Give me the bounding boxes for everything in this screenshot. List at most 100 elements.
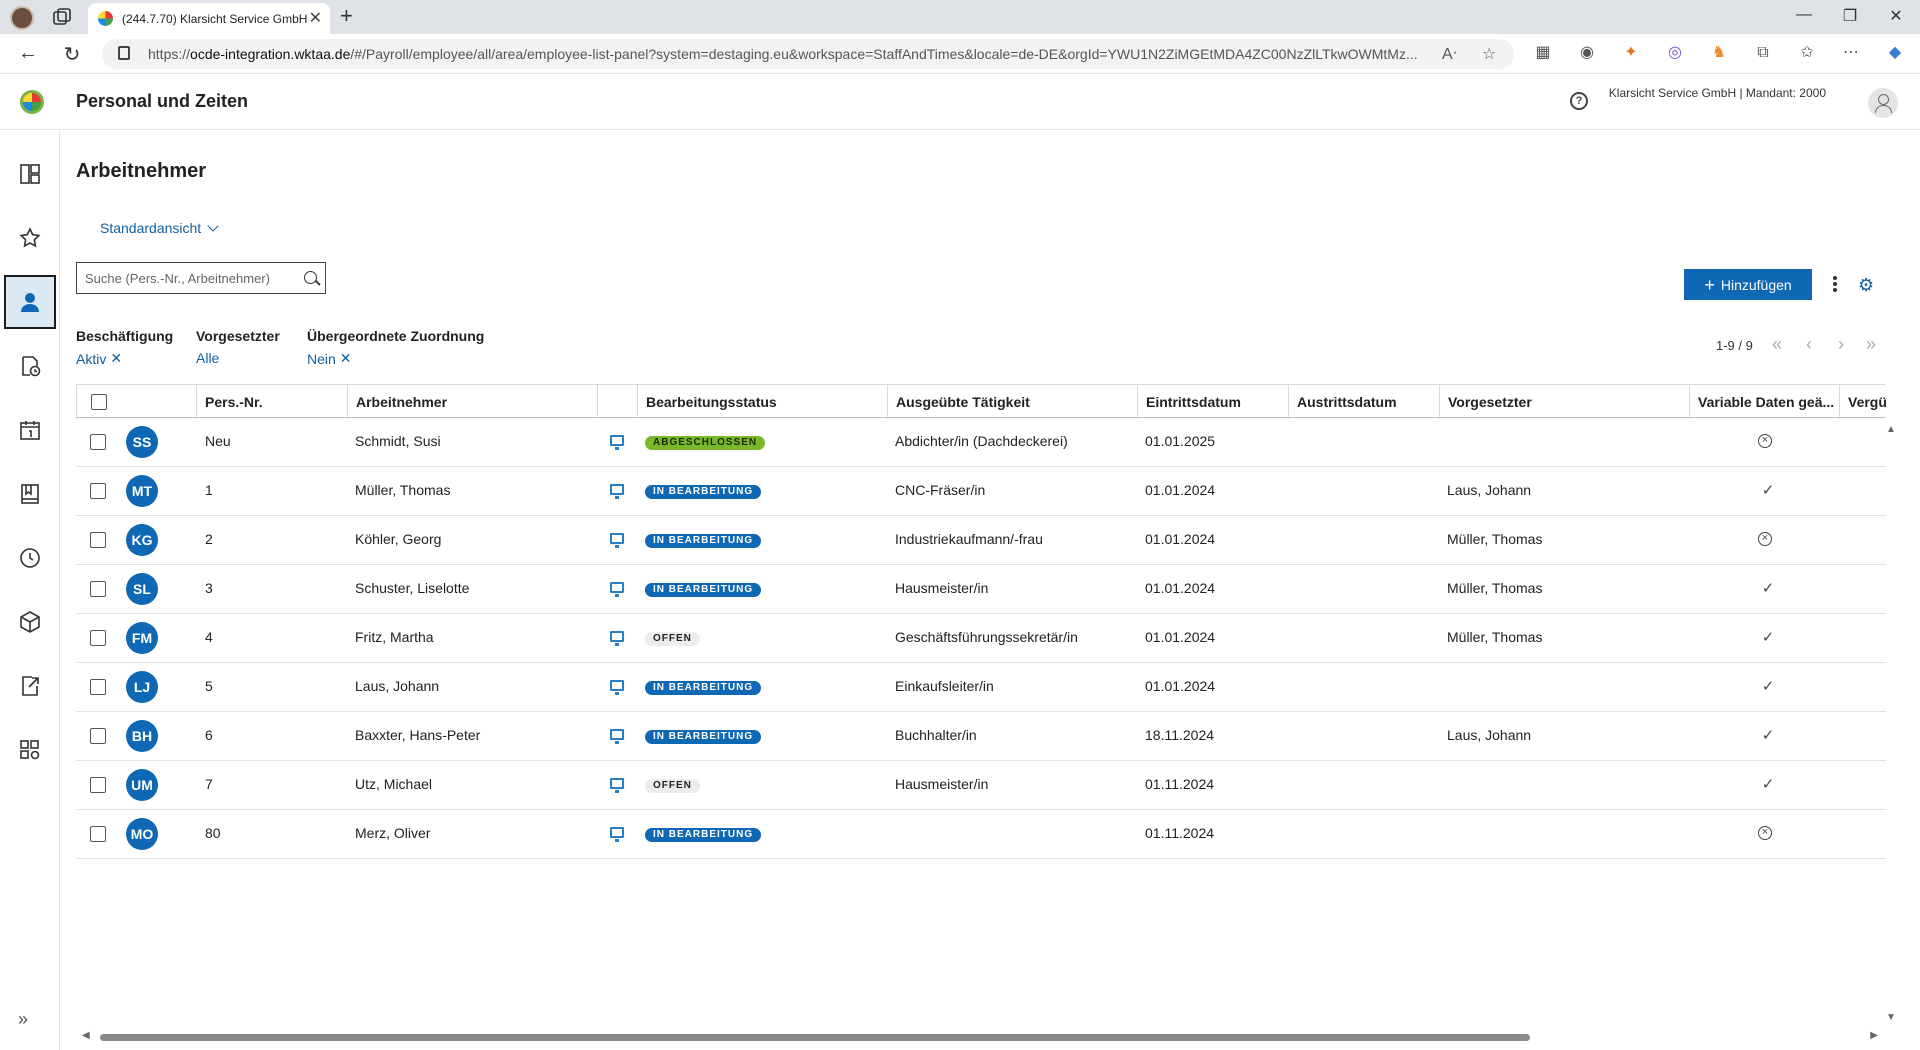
favorites-icon[interactable]: ✩ — [1796, 42, 1818, 64]
last-page-icon[interactable]: » — [1866, 334, 1876, 355]
prev-page-icon[interactable]: ‹ — [1806, 334, 1812, 355]
header-job[interactable]: Ausgeübte Tätigkeit — [887, 385, 1137, 419]
next-page-icon[interactable]: › — [1838, 334, 1844, 355]
select-all-checkbox[interactable] — [91, 394, 107, 410]
monitor-icon[interactable] — [610, 778, 624, 793]
read-aloud-icon[interactable]: Aᐧ — [1442, 44, 1457, 64]
filter-manager[interactable]: Vorgesetzter Alle — [196, 328, 280, 366]
monitor-icon[interactable] — [610, 827, 624, 842]
row-checkbox[interactable] — [90, 679, 106, 695]
header-employee[interactable]: Arbeitnehmer — [347, 385, 597, 419]
row-checkbox[interactable] — [90, 728, 106, 744]
sidebar-book[interactable] — [4, 467, 56, 521]
profile-avatar[interactable] — [10, 6, 34, 30]
minimize-icon[interactable]: — — [1794, 6, 1814, 24]
browser-menu-icon[interactable]: ⋯ — [1840, 42, 1862, 64]
search-input[interactable] — [77, 263, 292, 293]
extension-camera-icon[interactable]: ◉ — [1576, 42, 1598, 64]
close-window-icon[interactable]: ✕ — [1886, 6, 1906, 26]
scrollbar-thumb[interactable] — [100, 1034, 1530, 1041]
table-row[interactable]: LJ 5 Laus, Johann IN BEARBEITUNG Einkaufslei… — [76, 663, 1886, 712]
monitor-icon[interactable] — [610, 533, 624, 548]
employee-name[interactable]: Schuster, Liselotte — [355, 580, 469, 596]
app-logo-icon[interactable] — [20, 90, 44, 114]
sidebar-packages[interactable] — [4, 595, 56, 649]
filter-clear-icon[interactable]: ✕ — [110, 350, 122, 367]
restore-icon[interactable]: ❐ — [1840, 6, 1860, 26]
add-employee-button[interactable]: + Hinzufügen — [1684, 269, 1812, 300]
browser-tab-active[interactable]: (244.7.70) Klarsicht Service GmbH ✕ — [88, 3, 330, 34]
sidebar-favorites[interactable] — [4, 211, 56, 265]
filter-clear-icon[interactable]: ✕ — [340, 350, 352, 367]
row-checkbox[interactable] — [90, 630, 106, 646]
sidebar-expand-icon[interactable]: » — [18, 1009, 28, 1030]
employee-name[interactable]: Merz, Oliver — [355, 825, 430, 841]
header-compensation[interactable]: Vergüt — [1839, 385, 1886, 419]
filter-value[interactable]: Aktiv — [76, 351, 106, 367]
header-variable-data[interactable]: Variable Daten geä... — [1689, 385, 1839, 419]
monitor-icon[interactable] — [610, 729, 624, 744]
search-box[interactable] — [76, 262, 326, 294]
employee-name[interactable]: Müller, Thomas — [355, 482, 450, 498]
search-icon[interactable] — [304, 271, 317, 284]
row-checkbox[interactable] — [90, 826, 106, 842]
sidebar-time-records[interactable] — [4, 339, 56, 393]
help-icon[interactable]: ? — [1570, 92, 1588, 110]
table-row[interactable]: SL 3 Schuster, Liselotte IN BEARBEITUNG Haus… — [76, 565, 1886, 614]
sidebar-settings-grid[interactable] — [4, 723, 56, 777]
reload-icon[interactable]: ↻ — [60, 42, 84, 67]
employee-name[interactable]: Laus, Johann — [355, 678, 439, 694]
table-row[interactable]: KG 2 Köhler, Georg IN BEARBEITUNG Industriek… — [76, 516, 1886, 565]
monitor-icon[interactable] — [610, 680, 624, 695]
row-checkbox[interactable] — [90, 434, 106, 450]
extension-qr-icon[interactable]: ▦ — [1532, 42, 1554, 64]
employee-name[interactable]: Fritz, Martha — [355, 629, 434, 645]
favorite-star-icon[interactable]: ☆ — [1482, 44, 1496, 64]
filter-parent-assignment[interactable]: Übergeordnete Zuordnung Nein ✕ — [307, 328, 484, 367]
sidebar-export[interactable] — [4, 659, 56, 713]
extension-purple-icon[interactable]: ◎ — [1664, 42, 1686, 64]
view-selector[interactable]: Standardansicht — [100, 220, 219, 236]
monitor-icon[interactable] — [610, 582, 624, 597]
header-exit-date[interactable]: Austrittsdatum — [1288, 385, 1439, 419]
extension-fox-icon[interactable]: ♞ — [1708, 42, 1730, 64]
copilot-icon[interactable]: ◆ — [1884, 42, 1906, 64]
employee-name[interactable]: Utz, Michael — [355, 776, 432, 792]
scroll-right-icon[interactable]: ▶ — [1870, 1030, 1878, 1041]
employee-name[interactable]: Köhler, Georg — [355, 531, 441, 547]
row-checkbox[interactable] — [90, 483, 106, 499]
user-avatar-icon[interactable] — [1868, 88, 1898, 118]
gear-icon[interactable]: ⚙ — [1858, 275, 1874, 296]
employee-name[interactable]: Schmidt, Susi — [355, 433, 441, 449]
sidebar-employees[interactable] — [4, 275, 56, 329]
collections-icon[interactable] — [52, 8, 72, 26]
table-row[interactable]: BH 6 Baxxter, Hans-Peter IN BEARBEITUNG Buch… — [76, 712, 1886, 761]
url-field[interactable]: https://ocde-integration.wktaa.de/#/Payr… — [102, 39, 1514, 69]
new-tab-icon[interactable]: + — [340, 3, 353, 29]
monitor-icon[interactable] — [610, 631, 624, 646]
monitor-icon[interactable] — [610, 435, 624, 450]
scroll-left-icon[interactable]: ◀ — [82, 1030, 90, 1041]
scroll-down-icon[interactable]: ▼ — [1886, 1012, 1896, 1023]
extensions-icon[interactable]: ⧉ — [1752, 42, 1774, 64]
filter-value[interactable]: Alle — [196, 350, 219, 366]
table-row[interactable]: SS Neu Schmidt, Susi ABGESCHLOSSEN Abdichter… — [76, 418, 1886, 467]
more-options-icon[interactable] — [1832, 275, 1838, 295]
first-page-icon[interactable]: « — [1772, 334, 1782, 355]
monitor-icon[interactable] — [610, 484, 624, 499]
tenant-label[interactable]: Klarsicht Service GmbH | Mandant: 2000 — [1609, 86, 1826, 100]
table-row[interactable]: MO 80 Merz, Oliver IN BEARBEITUNG 01.11.2024… — [76, 810, 1886, 859]
filter-value[interactable]: Nein — [307, 351, 336, 367]
header-pers-nr[interactable]: Pers.-Nr. — [196, 385, 347, 419]
sidebar-calendar[interactable] — [4, 403, 56, 457]
table-row[interactable]: UM 7 Utz, Michael OFFEN Hausmeister/in 01.11.… — [76, 761, 1886, 810]
row-checkbox[interactable] — [90, 581, 106, 597]
extension-puzzle-orange-icon[interactable]: ✦ — [1620, 42, 1642, 64]
table-row[interactable]: MT 1 Müller, Thomas IN BEARBEITUNG CNC-Fräse… — [76, 467, 1886, 516]
row-checkbox[interactable] — [90, 777, 106, 793]
employee-name[interactable]: Baxxter, Hans-Peter — [355, 727, 480, 743]
horizontal-scrollbar[interactable]: ◀ ▶ — [76, 1030, 1886, 1044]
filter-employment[interactable]: Beschäftigung Aktiv ✕ — [76, 328, 173, 367]
row-checkbox[interactable] — [90, 532, 106, 548]
scroll-up-icon[interactable]: ▲ — [1886, 424, 1896, 435]
